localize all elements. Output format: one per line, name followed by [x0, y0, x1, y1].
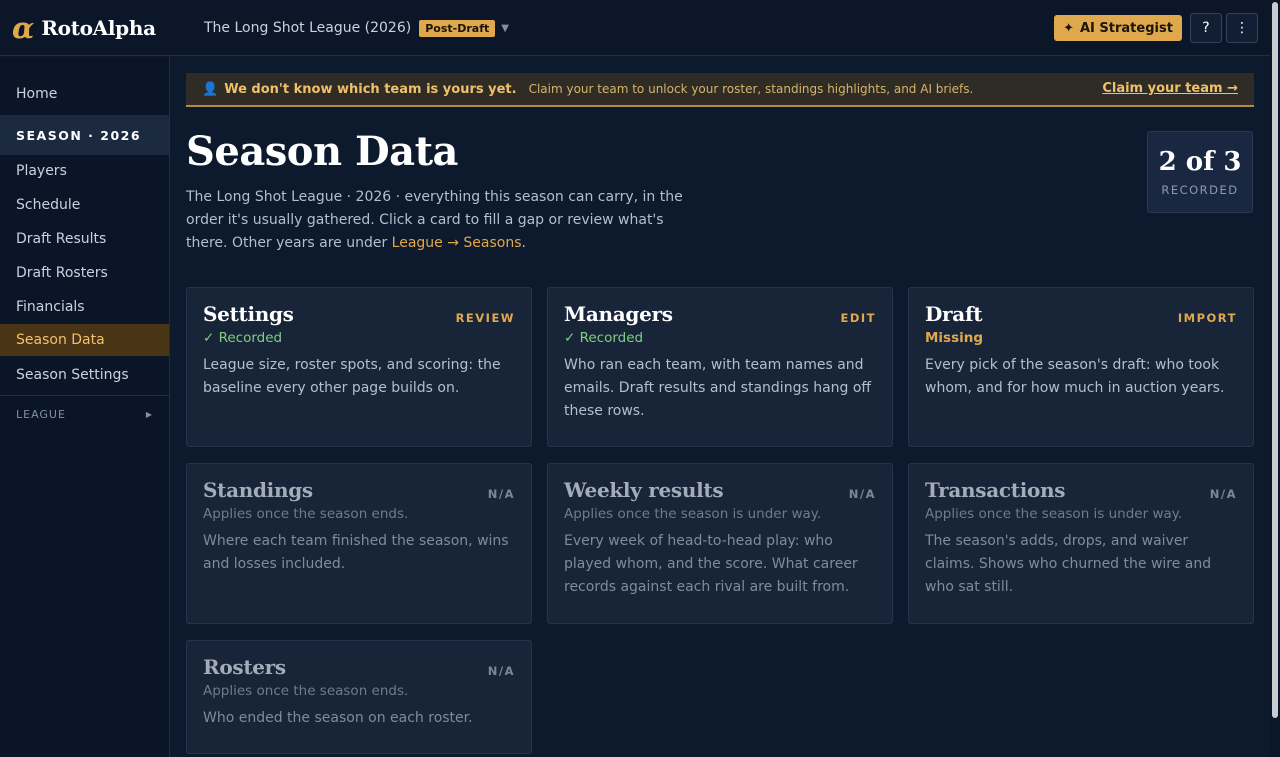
top-bar: α RotoAlpha The Long Shot League (2026) …	[0, 0, 1270, 56]
claim-team-link[interactable]: Claim your team →	[1102, 81, 1238, 96]
page-title: Season Data	[186, 128, 458, 175]
more-menu-button[interactable]: ⋮	[1226, 13, 1258, 43]
card-managers[interactable]: Managers EDIT ✓ Recorded Who ran each te…	[547, 287, 893, 447]
card-status: ✓ Recorded	[564, 330, 644, 346]
card-review-action[interactable]: REVIEW	[456, 311, 515, 325]
logo[interactable]: α RotoAlpha	[12, 12, 156, 44]
alpha-logo-icon: α	[12, 10, 35, 45]
card-title: Standings	[203, 478, 313, 502]
card-na-label: N/A	[1209, 487, 1237, 501]
card-description: Who ran each team, with team names and e…	[564, 357, 872, 419]
card-title: Weekly results	[564, 478, 724, 502]
sidebar-item-draft-results[interactable]: Draft Results	[0, 223, 169, 255]
card-status: Applies once the season ends.	[203, 506, 409, 522]
card-title: Managers	[564, 302, 673, 326]
banner-headline: We don't know which team is yours yet.	[224, 81, 517, 97]
sidebar: Home SEASON · 2026 Players Schedule Draf…	[0, 57, 170, 757]
page-description-end: .	[521, 235, 526, 251]
card-status: Applies once the season is under way.	[564, 506, 822, 522]
ai-strategist-button[interactable]: ✦ AI Strategist	[1054, 15, 1182, 41]
sidebar-item-financials[interactable]: Financials	[0, 291, 169, 323]
card-title: Rosters	[203, 655, 286, 679]
user-icon: 👤	[202, 81, 219, 97]
sidebar-divider	[0, 395, 169, 396]
card-settings[interactable]: Settings REVIEW ✓ Recorded League size, …	[186, 287, 532, 447]
card-weekly-results[interactable]: Weekly results N/A Applies once the seas…	[547, 463, 893, 624]
card-status: Missing	[925, 330, 984, 346]
sidebar-item-league[interactable]: LEAGUE ▶	[0, 401, 169, 427]
card-draft[interactable]: Draft IMPORT Missing Every pick of the s…	[908, 287, 1254, 447]
card-status: Applies once the season is under way.	[925, 506, 1183, 522]
card-description: League size, roster spots, and scoring: …	[203, 357, 501, 396]
sidebar-item-home[interactable]: Home	[0, 78, 169, 110]
scrollbar-thumb[interactable]	[1272, 2, 1278, 718]
sidebar-item-schedule[interactable]: Schedule	[0, 189, 169, 221]
card-na-label: N/A	[848, 487, 876, 501]
app-name: RotoAlpha	[41, 16, 156, 40]
recorded-counter: 2 of 3 RECORDED	[1147, 131, 1253, 213]
claim-team-banner: 👤 We don't know which team is yours yet.…	[186, 73, 1254, 107]
league-seasons-link[interactable]: League → Seasons	[392, 235, 522, 251]
card-standings[interactable]: Standings N/A Applies once the season en…	[186, 463, 532, 624]
recorded-count: 2 of 3	[1158, 147, 1242, 177]
ai-strategist-label: AI Strategist	[1079, 20, 1173, 36]
card-description: Who ended the season on each roster.	[203, 710, 473, 726]
help-button[interactable]: ?	[1190, 13, 1222, 43]
page-description: The Long Shot League · 2026 · everything…	[186, 186, 706, 255]
sidebar-league-label: LEAGUE	[16, 407, 66, 421]
recorded-label: RECORDED	[1161, 183, 1239, 197]
card-description: Every pick of the season's draft: who to…	[925, 357, 1225, 396]
league-status-badge: Post-Draft	[419, 19, 496, 37]
sparkle-icon: ✦	[1063, 20, 1074, 36]
sidebar-item-season-settings[interactable]: Season Settings	[0, 359, 169, 391]
card-description: The season's adds, drops, and waiver cla…	[925, 533, 1212, 595]
card-na-label: N/A	[487, 487, 515, 501]
card-status: ✓ Recorded	[203, 330, 283, 346]
league-name: The Long Shot League (2026)	[204, 20, 412, 36]
card-rosters[interactable]: Rosters N/A Applies once the season ends…	[186, 640, 532, 754]
chevron-down-icon: ▼	[501, 22, 509, 34]
league-selector[interactable]: The Long Shot League (2026) Post-Draft ▼	[204, 17, 509, 39]
sidebar-item-season-data[interactable]: Season Data	[0, 324, 169, 356]
sidebar-item-draft-rosters[interactable]: Draft Rosters	[0, 257, 169, 289]
card-description: Where each team finished the season, win…	[203, 533, 509, 572]
card-transactions[interactable]: Transactions N/A Applies once the season…	[908, 463, 1254, 624]
sidebar-section-season: SEASON · 2026	[0, 115, 169, 155]
chevron-right-icon: ▶	[145, 409, 153, 419]
card-na-label: N/A	[487, 664, 515, 678]
card-edit-action[interactable]: EDIT	[840, 311, 876, 325]
card-description: Every week of head-to-head play: who pla…	[564, 533, 858, 595]
banner-subtext: Claim your team to unlock your roster, s…	[528, 82, 974, 96]
sidebar-item-players[interactable]: Players	[0, 155, 169, 187]
card-import-action[interactable]: IMPORT	[1178, 311, 1237, 325]
card-status: Applies once the season ends.	[203, 683, 409, 699]
card-title: Transactions	[925, 478, 1066, 502]
